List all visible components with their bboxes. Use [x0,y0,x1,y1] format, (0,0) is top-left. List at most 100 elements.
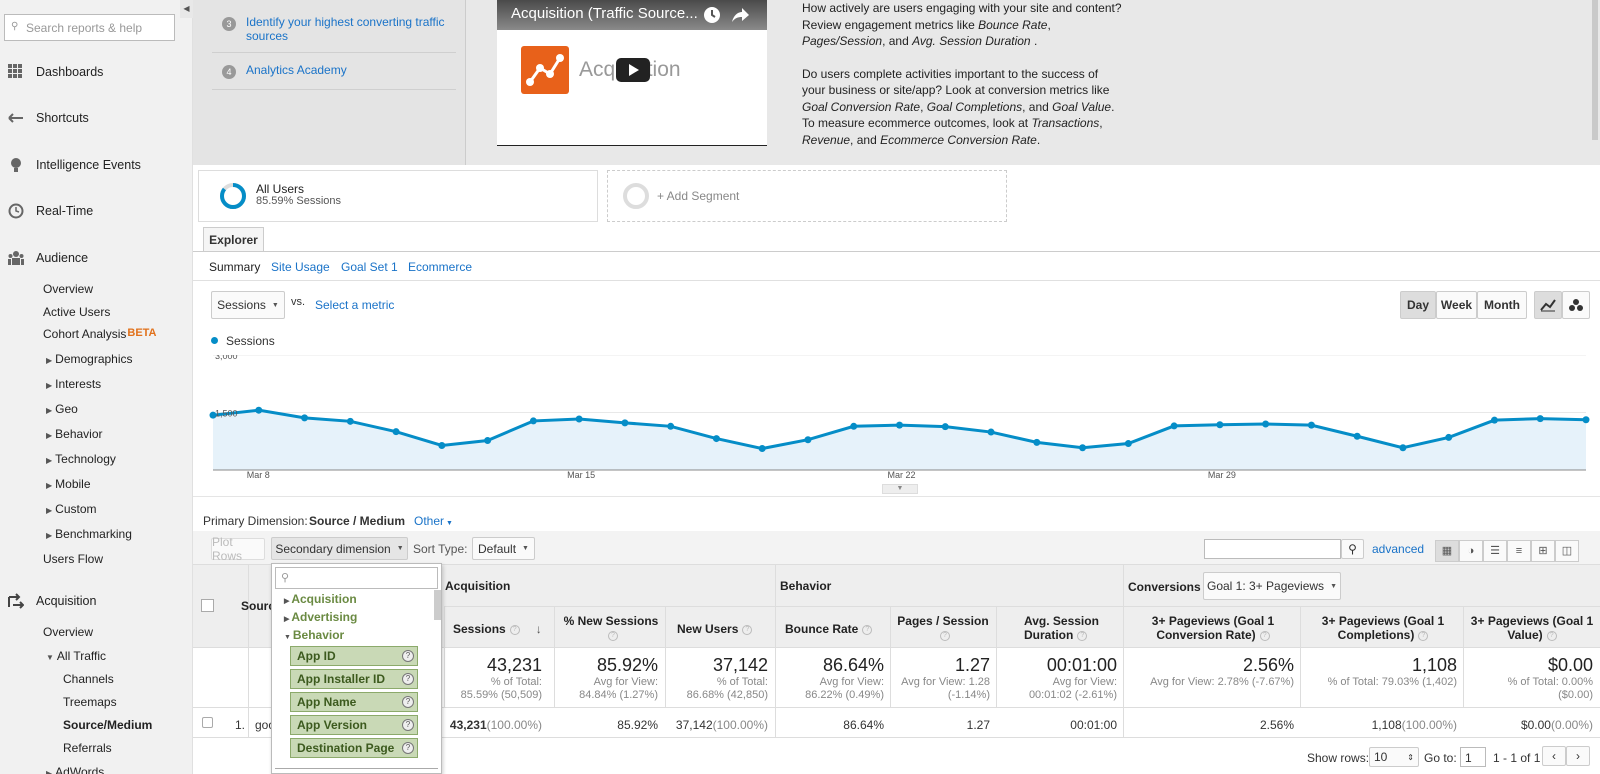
segment-all-users[interactable]: All Users 85.59% Sessions [198,170,598,222]
nav-adwords[interactable]: ▶ AdWords [46,765,104,774]
performance-view-icon[interactable]: ☰ [1483,540,1507,562]
table-filter-input[interactable] [1204,539,1341,559]
nav-geo[interactable]: ▶ Geo [46,402,78,416]
avg-duration-column-header[interactable]: Avg. Session Duration? [1024,614,1114,642]
dimension-app-name[interactable]: App Name? [290,692,418,712]
help-icon[interactable]: ? [402,742,414,754]
watch-later-icon[interactable] [702,5,722,25]
video-player[interactable]: Acquisition (Traffic Source... Acquisiti… [497,0,767,146]
nav-acquisition[interactable]: Acquisition [8,591,96,611]
help-icon[interactable]: ? [940,630,950,641]
next-page-button[interactable]: › [1566,746,1590,766]
term-cloud-view-icon[interactable]: ⊞ [1531,540,1555,562]
week-button[interactable]: Week [1436,291,1477,319]
select-metric-link[interactable]: Select a metric [315,298,394,312]
new-users-column-header[interactable]: New Users? [677,622,753,636]
add-segment-button[interactable]: + Add Segment [607,170,1007,222]
month-button[interactable]: Month [1477,291,1527,319]
nav-custom[interactable]: ▶ Custom [46,502,97,516]
nav-source-medium[interactable]: Source/Medium [63,718,152,732]
help-icon[interactable]: ? [1259,630,1270,641]
motion-chart-button[interactable] [1562,291,1590,319]
goal1-conversion-rate-column-header[interactable]: 3+ Pageviews (Goal 1 Conversion Rate)? [1133,614,1293,642]
nav-shortcuts[interactable]: Shortcuts [8,108,89,128]
subtab-site-usage[interactable]: Site Usage [271,260,330,274]
primary-dimension-value[interactable]: Source / Medium [309,514,405,528]
pages-session-column-header[interactable]: Pages / Session? [895,614,991,642]
step-4-link[interactable]: 4 Analytics Academy [222,63,462,79]
category-advertising[interactable]: ▶ Advertising [284,610,357,624]
pie-chart-view-icon[interactable]: ◑ [1459,540,1483,562]
nav-audience-overview[interactable]: Overview [43,282,93,296]
help-icon[interactable]: ? [1418,630,1429,641]
dimension-app-version[interactable]: App Version? [290,715,418,735]
share-icon[interactable] [730,6,750,24]
goto-page-input[interactable]: 1 [1460,747,1486,767]
category-acquisition[interactable]: ▶ Acquisition [284,592,357,606]
help-icon[interactable]: ? [402,650,414,662]
nav-dashboards[interactable]: Dashboards [8,62,103,82]
nav-users-flow[interactable]: Users Flow [43,552,103,566]
nav-intelligence-events[interactable]: Intelligence Events [8,155,141,175]
help-icon[interactable]: ? [402,719,414,731]
prev-page-button[interactable]: ‹ [1542,746,1566,766]
tab-explorer[interactable]: Explorer [203,227,264,252]
scrollbar[interactable] [1592,0,1598,140]
metric-select[interactable]: Sessions ▼ [211,291,285,319]
help-icon[interactable]: ? [1546,630,1557,641]
row-checkbox[interactable] [202,717,213,728]
category-behavior[interactable]: ▼ Behavior [284,628,344,642]
subtab-goal-set-1[interactable]: Goal Set 1 [341,260,398,274]
help-icon[interactable]: ? [509,624,520,635]
sort-type-select[interactable]: Default ▼ [472,537,535,560]
help-icon[interactable]: ? [402,696,414,708]
help-icon[interactable]: ? [402,673,414,685]
select-all-checkbox[interactable] [201,599,214,612]
goal1-completions-column-header[interactable]: 3+ Pageviews (Goal 1 Completions)? [1308,614,1458,642]
help-icon[interactable]: ? [742,624,753,635]
nav-interests[interactable]: ▶ Interests [46,377,101,391]
subtab-ecommerce[interactable]: Ecommerce [408,260,472,274]
dimension-app-installer-id[interactable]: App Installer ID? [290,669,418,689]
day-button[interactable]: Day [1400,291,1436,319]
new-sessions-column-header[interactable]: % New Sessions? [561,614,661,642]
dimension-search-input[interactable]: ⚲ [275,567,438,589]
nav-audience[interactable]: Audience [8,248,88,268]
nav-active-users[interactable]: Active Users [43,305,110,319]
subtab-summary[interactable]: Summary [209,260,260,274]
nav-demographics[interactable]: ▶ Demographics [46,352,133,366]
secondary-dimension-select[interactable]: Secondary dimension ▼ [271,537,408,560]
dimension-app-id[interactable]: App ID? [290,646,418,666]
other-dimension-link[interactable]: Other ▼ [414,514,453,528]
nav-all-traffic[interactable]: ▼ All Traffic [46,649,106,663]
table-search-button[interactable]: ⚲ [1341,539,1364,559]
sidebar-collapse-button[interactable]: ◀ [180,0,193,18]
show-rows-select[interactable]: 10 ⇕ [1369,747,1419,767]
nav-cohort-analysis[interactable]: Cohort AnalysisBETA [43,327,157,341]
line-chart-button[interactable] [1534,291,1562,319]
help-icon[interactable]: ? [1077,630,1088,641]
help-icon[interactable]: ? [862,624,873,635]
goal-select[interactable]: Goal 1: 3+ Pageviews ▼ [1203,572,1341,600]
help-icon[interactable]: ? [608,630,618,641]
sessions-column-header[interactable]: Sessions? ↓ [453,622,542,636]
nav-acq-overview[interactable]: Overview [43,625,93,639]
play-button[interactable] [616,58,650,82]
nav-channels[interactable]: Channels [63,672,114,686]
search-input[interactable]: ⚲ Search reports & help [4,14,175,41]
nav-technology[interactable]: ▶ Technology [46,452,116,466]
comparison-view-icon[interactable]: ≡ [1507,540,1531,562]
plot-rows-button[interactable]: Plot Rows [211,535,265,563]
data-table-view-icon[interactable]: ▦ [1435,540,1459,562]
nav-treemaps[interactable]: Treemaps [63,695,117,709]
nav-referrals[interactable]: Referrals [63,741,112,755]
pivot-view-icon[interactable]: ◫ [1555,540,1579,562]
bounce-rate-column-header[interactable]: Bounce Rate? [785,622,873,636]
advanced-filter-link[interactable]: advanced [1372,542,1424,556]
menu-scrollbar[interactable] [434,590,441,620]
nav-benchmarking[interactable]: ▶ Benchmarking [46,527,132,541]
goal1-value-column-header[interactable]: 3+ Pageviews (Goal 1 Value)? [1467,614,1597,642]
step-3-link[interactable]: 3 Identify your highest converting traff… [222,15,462,43]
nav-mobile[interactable]: ▶ Mobile [46,477,91,491]
nav-behavior[interactable]: ▶ Behavior [46,427,103,441]
